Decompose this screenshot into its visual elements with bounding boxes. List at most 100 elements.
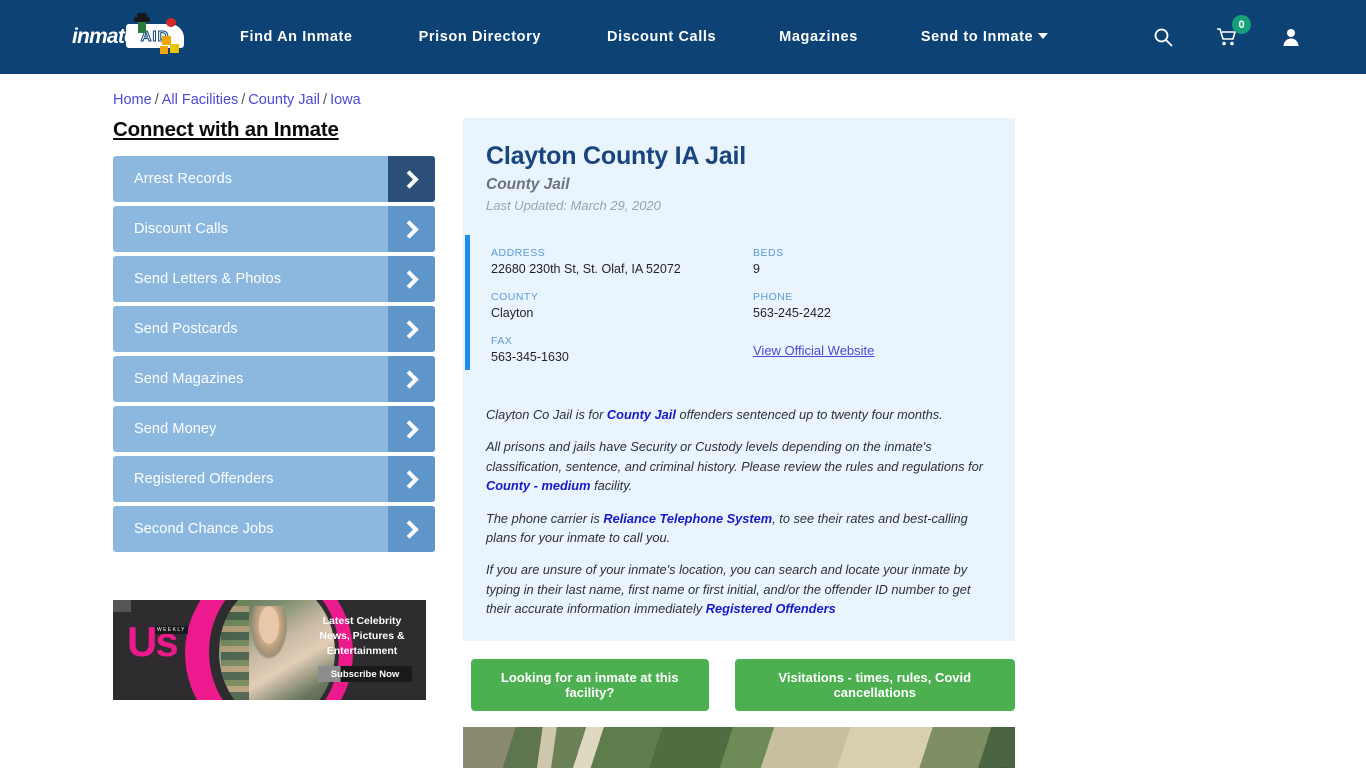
sidebar-item-send-money[interactable]: Send Money (113, 406, 435, 452)
view-official-website-link[interactable]: View Official Website (753, 343, 874, 358)
field-value: 563-245-2422 (753, 306, 831, 320)
aerial-road-vertical (526, 726, 558, 768)
desc-p3-link-reliance-telephone[interactable]: Reliance Telephone System (603, 511, 772, 526)
description-paragraph-4: If you are unsure of your inmate's locat… (486, 560, 989, 618)
accent-bar (465, 235, 470, 370)
facility-details-grid: ADDRESS 22680 230th St, St. Olaf, IA 520… (463, 247, 1015, 379)
sidebar-item-label: Second Chance Jobs (134, 521, 274, 537)
description-paragraph-3: The phone carrier is Reliance Telephone … (486, 509, 989, 548)
field-value: 563-345-1630 (491, 350, 569, 364)
field-value: Clayton (491, 306, 534, 320)
chevron-right-icon (388, 256, 435, 302)
breadcrumb: Home / All Facilities / County Jail / Iowa (113, 92, 1366, 108)
chevron-right-icon (388, 156, 435, 202)
field-label: PHONE (753, 291, 793, 303)
sidebar-item-discount-calls[interactable]: Discount Calls (113, 206, 435, 252)
cart-count-badge: 0 (1232, 15, 1251, 34)
visitations-button[interactable]: Visitations - times, rules, Covid cancel… (734, 658, 1015, 711)
desc-p2-text-a: All prisons and jails have Security or C… (486, 439, 983, 474)
chevron-right-icon (388, 406, 435, 452)
facility-description: Clayton Co Jail is for County Jail offen… (463, 397, 1015, 641)
cart-icon[interactable]: 0 (1214, 15, 1251, 50)
field-label: COUNTY (491, 291, 539, 303)
nav-item-send-to-inmate[interactable]: Send to Inmate (920, 19, 1049, 55)
field-value: 22680 230th St, St. Olaf, IA 52072 (491, 262, 681, 276)
sidebar: Connect with an Inmate Arrest Records Di… (113, 118, 435, 768)
cta-button-row: Looking for an inmate at this facility? … (463, 658, 1015, 711)
ad-corner-mark (113, 600, 131, 612)
facility-field-fax: FAX 563-345-1630 (491, 335, 753, 364)
nav-item-find-an-inmate[interactable]: Find An Inmate (240, 19, 353, 55)
facility-field-address: ADDRESS 22680 230th St, St. Olaf, IA 520… (491, 247, 753, 276)
nav-item-discount-calls[interactable]: Discount Calls (607, 19, 716, 55)
nav-item-send-to-inmate-label: Send to Inmate (920, 29, 1034, 45)
site-logo[interactable]: AID inmate (72, 13, 190, 58)
nav-item-magazines[interactable]: Magazines (779, 19, 858, 55)
page-body: Home / All Facilities / County Jail / Iowa Con… (0, 92, 1366, 768)
ad-brand-sub: WEEKLY (155, 626, 188, 634)
field-value: 9 (753, 262, 760, 276)
facility-last-updated: Last Updated: March 29, 2020 (486, 198, 661, 213)
sidebar-item-label: Discount Calls (134, 221, 229, 237)
desc-p2-text-b: facility. (590, 478, 633, 494)
facility-info-card: Clayton County IA Jail County Jail Last … (463, 118, 1015, 641)
logo-wordmark: inmate (72, 25, 136, 48)
facility-details-right-column: BEDS 9 PHONE 563-245-2422 View Official … (753, 247, 1015, 379)
facility-details-left-column: ADDRESS 22680 230th St, St. Olaf, IA 520… (491, 247, 753, 379)
sidebar-item-send-magazines[interactable]: Send Magazines (113, 356, 435, 402)
breadcrumb-link-all-facilities[interactable]: All Facilities (162, 92, 239, 108)
sidebar-item-second-chance-jobs[interactable]: Second Chance Jobs (113, 506, 435, 552)
breadcrumb-link-home[interactable]: Home (113, 92, 152, 108)
chevron-right-icon (388, 356, 435, 402)
content-area: Connect with an Inmate Arrest Records Di… (0, 118, 1366, 768)
looking-for-inmate-button[interactable]: Looking for an inmate at this facility? (471, 658, 709, 711)
sidebar-item-label: Arrest Records (134, 171, 233, 187)
page-title: Clayton County IA Jail (486, 142, 746, 170)
breadcrumb-link-county-jail[interactable]: County Jail (248, 92, 320, 108)
sidebar-item-registered-offenders[interactable]: Registered Offenders (113, 456, 435, 502)
desc-p3-text-a: The phone carrier is (486, 510, 604, 526)
desc-p1-text-a: Clayton Co Jail is for (486, 407, 607, 422)
search-icon[interactable] (1150, 24, 1176, 50)
chevron-right-icon (388, 306, 435, 352)
facility-field-county: COUNTY Clayton (491, 291, 753, 320)
nav-utility-icons: 0 (1150, 15, 1304, 50)
facility-field-beds: BEDS 9 (753, 247, 1015, 276)
sidebar-item-label: Send Money (134, 421, 217, 437)
description-paragraph-2: All prisons and jails have Security or C… (486, 437, 989, 495)
logo-square-three (160, 46, 168, 54)
field-label: BEDS (753, 247, 784, 259)
chevron-right-icon (388, 456, 435, 502)
breadcrumb-separator-2: / (241, 92, 246, 108)
nav-item-prison-directory[interactable]: Prison Directory (419, 19, 541, 55)
desc-p2-link-county-medium[interactable]: County - medium (486, 478, 591, 493)
sidebar-item-send-letters-photos[interactable]: Send Letters & Photos (113, 256, 435, 302)
sidebar-item-label: Send Letters & Photos (134, 271, 282, 287)
desc-p1-link-county-jail[interactable]: County Jail (607, 407, 676, 422)
logo-square-two (170, 44, 179, 53)
chevron-right-icon (388, 206, 435, 252)
main-column: Clayton County IA Jail County Jail Last … (463, 118, 1015, 768)
description-paragraph-1: Clayton Co Jail is for County Jail offen… (486, 405, 989, 424)
logo-figure-icon (134, 13, 150, 35)
logo-bird-icon (164, 18, 178, 32)
ad-subscribe-button[interactable]: Subscribe Now (318, 666, 412, 682)
user-icon[interactable] (1278, 24, 1304, 50)
ad-headline: Latest Celebrity News, Pictures & Entert… (319, 615, 405, 657)
sidebar-item-send-postcards[interactable]: Send Postcards (113, 306, 435, 352)
top-navigation-bar: AID inmate Find An Inmate Prison Directo… (0, 0, 1366, 74)
breadcrumb-link-iowa[interactable]: Iowa (330, 92, 361, 108)
breadcrumb-separator-1: / (154, 92, 159, 108)
sidebar-item-arrest-records[interactable]: Arrest Records (113, 156, 435, 202)
desc-p1-text-b: offenders sentenced up to twenty four mo… (675, 407, 943, 422)
desc-p4-link-registered-offenders[interactable]: Registered Offenders (706, 601, 836, 616)
field-label: ADDRESS (491, 247, 546, 259)
field-label: FAX (491, 335, 513, 347)
breadcrumb-separator-3: / (323, 92, 328, 108)
sidebar-title: Connect with an Inmate (113, 118, 339, 141)
primary-nav-list: Find An Inmate Prison Directory Discount… (240, 19, 1049, 55)
facility-field-phone: PHONE 563-245-2422 (753, 291, 1015, 320)
facility-type: County Jail (486, 176, 570, 193)
sidebar-item-label: Send Magazines (134, 371, 244, 387)
advertisement-banner[interactable]: Us WEEKLY Latest Celebrity News, Picture… (113, 600, 426, 700)
